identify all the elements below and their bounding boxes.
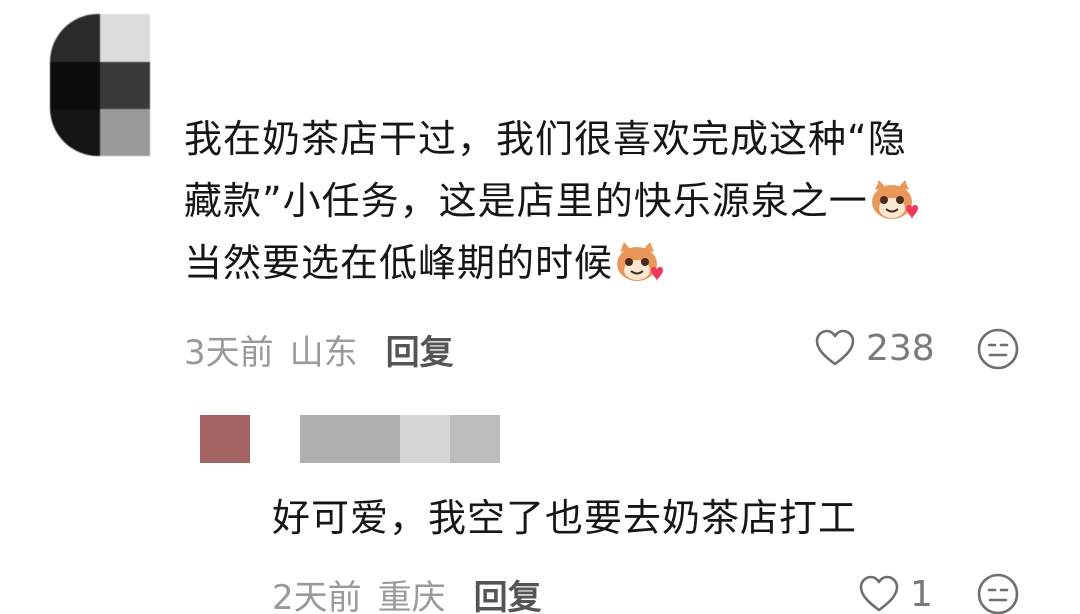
- username-redacted: [450, 415, 500, 463]
- reply-location: 重庆: [377, 577, 446, 614]
- comment-thread: 我在奶茶店干过，我们很喜欢完成这种“隐 藏款”小任务，这是店里的快乐源泉之一 当…: [0, 0, 1080, 614]
- comment-line: 藏款”小任务，这是店里的快乐源泉之一: [184, 179, 868, 223]
- like-button[interactable]: 238: [814, 326, 935, 370]
- avatar-pixel: [50, 62, 100, 109]
- comment-location: 山东: [289, 332, 358, 373]
- comment-meta: 3天前 山东 回复: [184, 325, 454, 374]
- like-count: 238: [866, 327, 935, 369]
- heart-outline-icon: [815, 329, 855, 366]
- reply-button[interactable]: 回复: [386, 325, 454, 374]
- heart-outline-icon: [859, 575, 899, 612]
- cat-heart-emoji-icon: [871, 180, 918, 219]
- reply-time: 2天前: [272, 577, 362, 614]
- comment-time: 3天前: [184, 332, 274, 373]
- reply-body: 好可爱，我空了也要去奶茶店打工: [272, 496, 858, 540]
- avatar-pixel: [100, 109, 150, 156]
- comment-line: 当然要选在低峰期的时候: [184, 241, 614, 285]
- username-redacted: [400, 415, 450, 463]
- avatar-pixel: [50, 14, 100, 62]
- neutral-face-icon[interactable]: [976, 327, 1020, 371]
- username-redacted: [300, 415, 400, 463]
- avatar[interactable]: [50, 14, 150, 156]
- avatar-pixel: [100, 14, 150, 62]
- reply-button[interactable]: 回复: [474, 570, 542, 614]
- comment-line: 我在奶茶店干过，我们很喜欢完成这种“隐: [184, 117, 907, 161]
- cat-heart-emoji-icon: [617, 242, 664, 281]
- avatar-pixel: [50, 109, 100, 156]
- neutral-face-icon[interactable]: [976, 572, 1020, 614]
- reply-avatar[interactable]: [200, 415, 250, 463]
- like-count: 1: [910, 573, 933, 614]
- reply-meta: 2天前 重庆 回复: [272, 572, 542, 614]
- comment-body: 我在奶茶店干过，我们很喜欢完成这种“隐 藏款”小任务，这是店里的快乐源泉之一 当…: [184, 108, 1034, 294]
- like-button[interactable]: 1: [858, 572, 933, 614]
- avatar-pixel: [100, 62, 150, 109]
